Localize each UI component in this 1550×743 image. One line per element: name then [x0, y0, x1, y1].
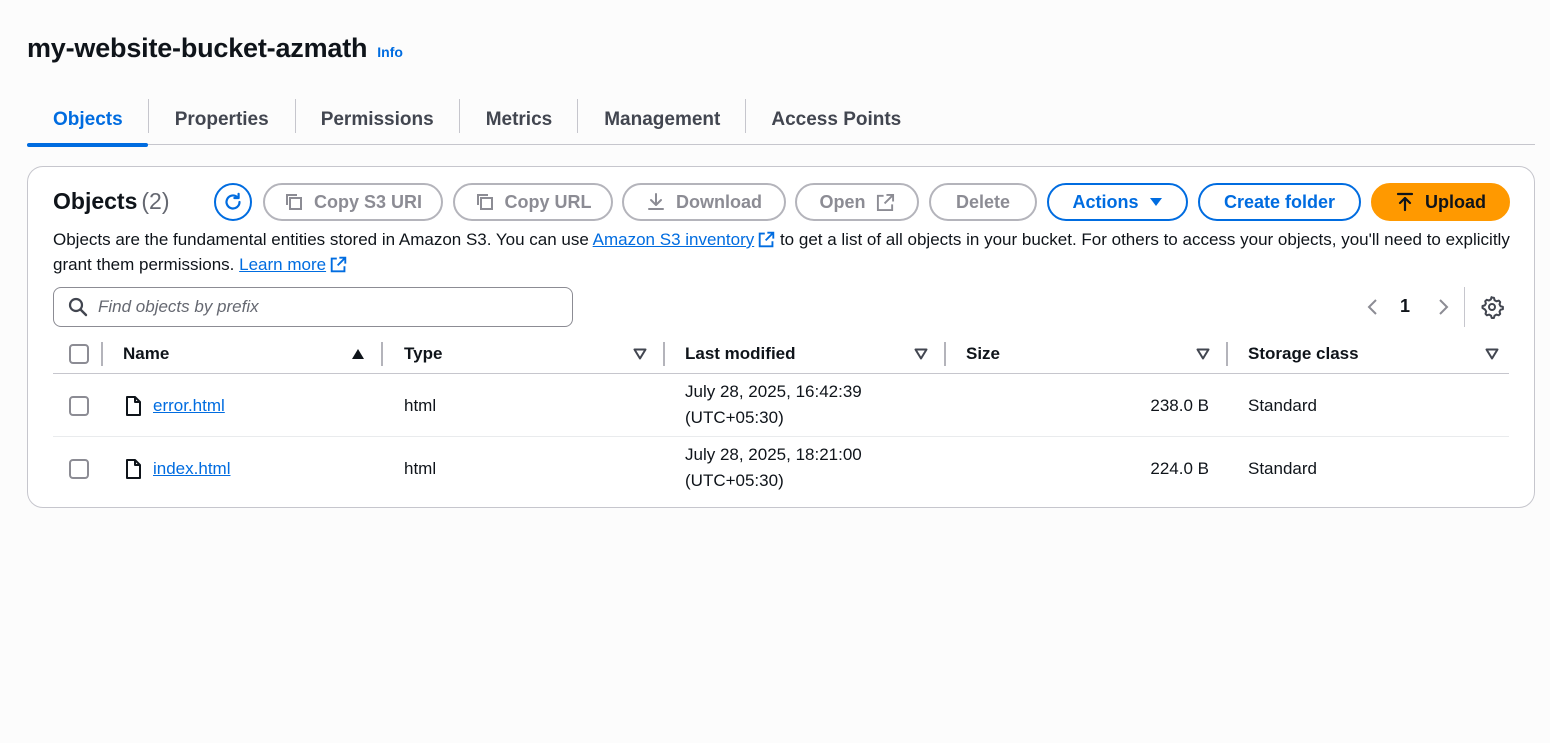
objects-title: Objects	[53, 188, 138, 214]
search-icon	[68, 297, 88, 317]
learn-more-link[interactable]: Learn more	[239, 255, 326, 274]
row-checkbox[interactable]	[69, 459, 89, 479]
column-divider	[381, 342, 383, 366]
column-header-type[interactable]: Type	[404, 344, 442, 364]
row-checkbox[interactable]	[69, 396, 89, 416]
pagination: 1	[1364, 295, 1454, 319]
object-last-modified-date: July 28, 2025, 16:42:39	[685, 382, 862, 401]
table-row[interactable]: index.html html July 28, 2025, 18:21:00 …	[53, 437, 1509, 500]
upload-icon	[1396, 192, 1414, 212]
open-button[interactable]: Open	[795, 183, 919, 221]
download-button[interactable]: Download	[622, 183, 786, 221]
tab-objects[interactable]: Objects	[27, 96, 148, 147]
download-label: Download	[676, 191, 762, 212]
tab-management[interactable]: Management	[578, 96, 745, 144]
actions-label: Actions	[1072, 191, 1139, 212]
objects-description: Objects are the fundamental entities sto…	[53, 227, 1513, 277]
object-size: 238.0 B	[1150, 396, 1209, 415]
column-header-name[interactable]: Name	[123, 344, 169, 364]
tab-bar: Objects Properties Permissions Metrics M…	[27, 96, 1535, 147]
caret-down-icon	[1149, 198, 1162, 206]
page-title: my-website-bucket-azmath	[27, 33, 368, 63]
tab-properties[interactable]: Properties	[149, 96, 295, 144]
external-link-icon	[876, 193, 894, 211]
column-divider	[101, 342, 103, 366]
objects-count: (2)	[141, 188, 170, 214]
external-link-icon	[330, 256, 347, 273]
actions-button[interactable]: Actions	[1047, 183, 1188, 221]
sort-ascending-icon[interactable]	[351, 348, 365, 360]
refresh-icon	[225, 192, 241, 210]
object-storage-class: Standard	[1248, 396, 1317, 415]
column-header-storage-class[interactable]: Storage class	[1248, 344, 1359, 364]
object-storage-class: Standard	[1248, 459, 1317, 478]
object-name-link[interactable]: index.html	[153, 459, 230, 479]
column-divider	[663, 342, 665, 366]
create-folder-button[interactable]: Create folder	[1198, 183, 1361, 221]
create-folder-label: Create folder	[1223, 191, 1336, 212]
info-link[interactable]: Info	[377, 44, 403, 60]
table-row[interactable]: error.html html July 28, 2025, 16:42:39 …	[53, 374, 1509, 437]
download-icon	[648, 193, 664, 210]
pagination-divider	[1464, 287, 1465, 327]
column-header-last-modified[interactable]: Last modified	[685, 344, 796, 364]
chevron-right-icon[interactable]	[1434, 298, 1452, 316]
delete-button[interactable]: Delete	[929, 183, 1037, 221]
copy-s3-uri-label: Copy S3 URI	[313, 191, 423, 212]
chevron-left-icon[interactable]	[1364, 298, 1382, 316]
copy-icon	[476, 194, 493, 210]
object-name-link[interactable]: error.html	[153, 396, 225, 416]
search-placeholder: Find objects by prefix	[98, 297, 259, 316]
object-type: html	[404, 396, 437, 415]
open-label: Open	[819, 191, 866, 212]
upload-label: Upload	[1425, 191, 1486, 212]
object-size: 224.0 B	[1150, 459, 1209, 478]
objects-panel: Objects (2) Copy S3 URI Copy URL Download…	[27, 166, 1535, 508]
copy-url-button[interactable]: Copy URL	[453, 183, 613, 221]
refresh-button[interactable]	[214, 183, 252, 221]
tab-access-points[interactable]: Access Points	[746, 96, 926, 144]
external-link-icon	[758, 231, 775, 248]
table-header: Name Type Last modified Size Storage cla…	[53, 339, 1509, 374]
copy-icon	[285, 194, 302, 210]
object-last-modified-timezone: (UTC+05:30)	[685, 471, 784, 490]
preferences-button[interactable]	[1480, 295, 1504, 324]
column-divider	[944, 342, 946, 366]
page-header: my-website-bucket-azmath Info	[27, 33, 403, 64]
settings-icon	[1481, 296, 1504, 319]
page-number[interactable]: 1	[1400, 296, 1410, 317]
tab-metrics[interactable]: Metrics	[460, 96, 578, 144]
s3-inventory-link[interactable]: Amazon S3 inventory	[593, 230, 755, 249]
upload-button[interactable]: Upload	[1371, 183, 1510, 221]
sort-icon[interactable]	[633, 348, 647, 360]
file-icon	[126, 396, 141, 416]
search-input[interactable]: Find objects by prefix	[53, 287, 573, 327]
sort-icon[interactable]	[1196, 348, 1210, 360]
object-type: html	[404, 459, 437, 478]
object-last-modified-timezone: (UTC+05:30)	[685, 408, 784, 427]
delete-label: Delete	[955, 191, 1011, 212]
column-divider	[1226, 342, 1228, 366]
sort-icon[interactable]	[1485, 348, 1499, 360]
column-header-size[interactable]: Size	[966, 344, 1000, 364]
sort-icon[interactable]	[914, 348, 928, 360]
description-text: Objects are the fundamental entities sto…	[53, 230, 593, 249]
tab-permissions[interactable]: Permissions	[296, 96, 459, 144]
objects-heading: Objects (2)	[53, 188, 170, 215]
copy-s3-uri-button[interactable]: Copy S3 URI	[263, 183, 443, 221]
select-all-checkbox[interactable]	[69, 344, 89, 364]
object-last-modified-date: July 28, 2025, 18:21:00	[685, 445, 862, 464]
copy-url-label: Copy URL	[504, 191, 592, 212]
file-icon	[126, 459, 141, 479]
